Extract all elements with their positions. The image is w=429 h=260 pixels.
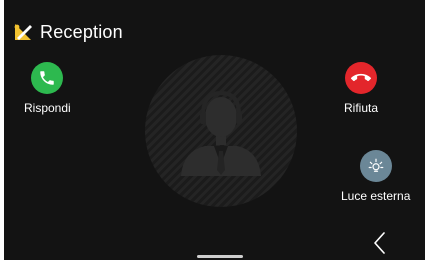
receptionist-avatar-icon (181, 90, 261, 176)
reject-circle[interactable] (345, 62, 377, 94)
external-light-label: Luce esterna (341, 189, 411, 203)
chevron-left-icon[interactable] (370, 230, 390, 256)
call-header: Reception (12, 18, 123, 46)
reject-button[interactable]: Rifiuta (344, 62, 378, 115)
phone-icon (40, 71, 55, 85)
caller-avatar (145, 55, 297, 207)
answer-button[interactable]: Rispondi (24, 62, 71, 115)
external-light-button[interactable]: Luce esterna (341, 150, 410, 203)
reject-label: Rifiuta (344, 101, 379, 115)
wrench-pencil-logo-icon (14, 24, 32, 40)
incoming-call-screen: Reception Rispondi Rifiuta Luce esterna (4, 0, 425, 260)
external-light-circle[interactable] (359, 150, 392, 182)
caller-name: Reception (40, 21, 123, 42)
phone-hangup-icon (351, 73, 371, 82)
light-bulb-icon (368, 158, 384, 172)
answer-label: Rispondi (24, 101, 71, 115)
answer-circle[interactable] (31, 62, 64, 94)
home-indicator[interactable] (197, 255, 243, 258)
